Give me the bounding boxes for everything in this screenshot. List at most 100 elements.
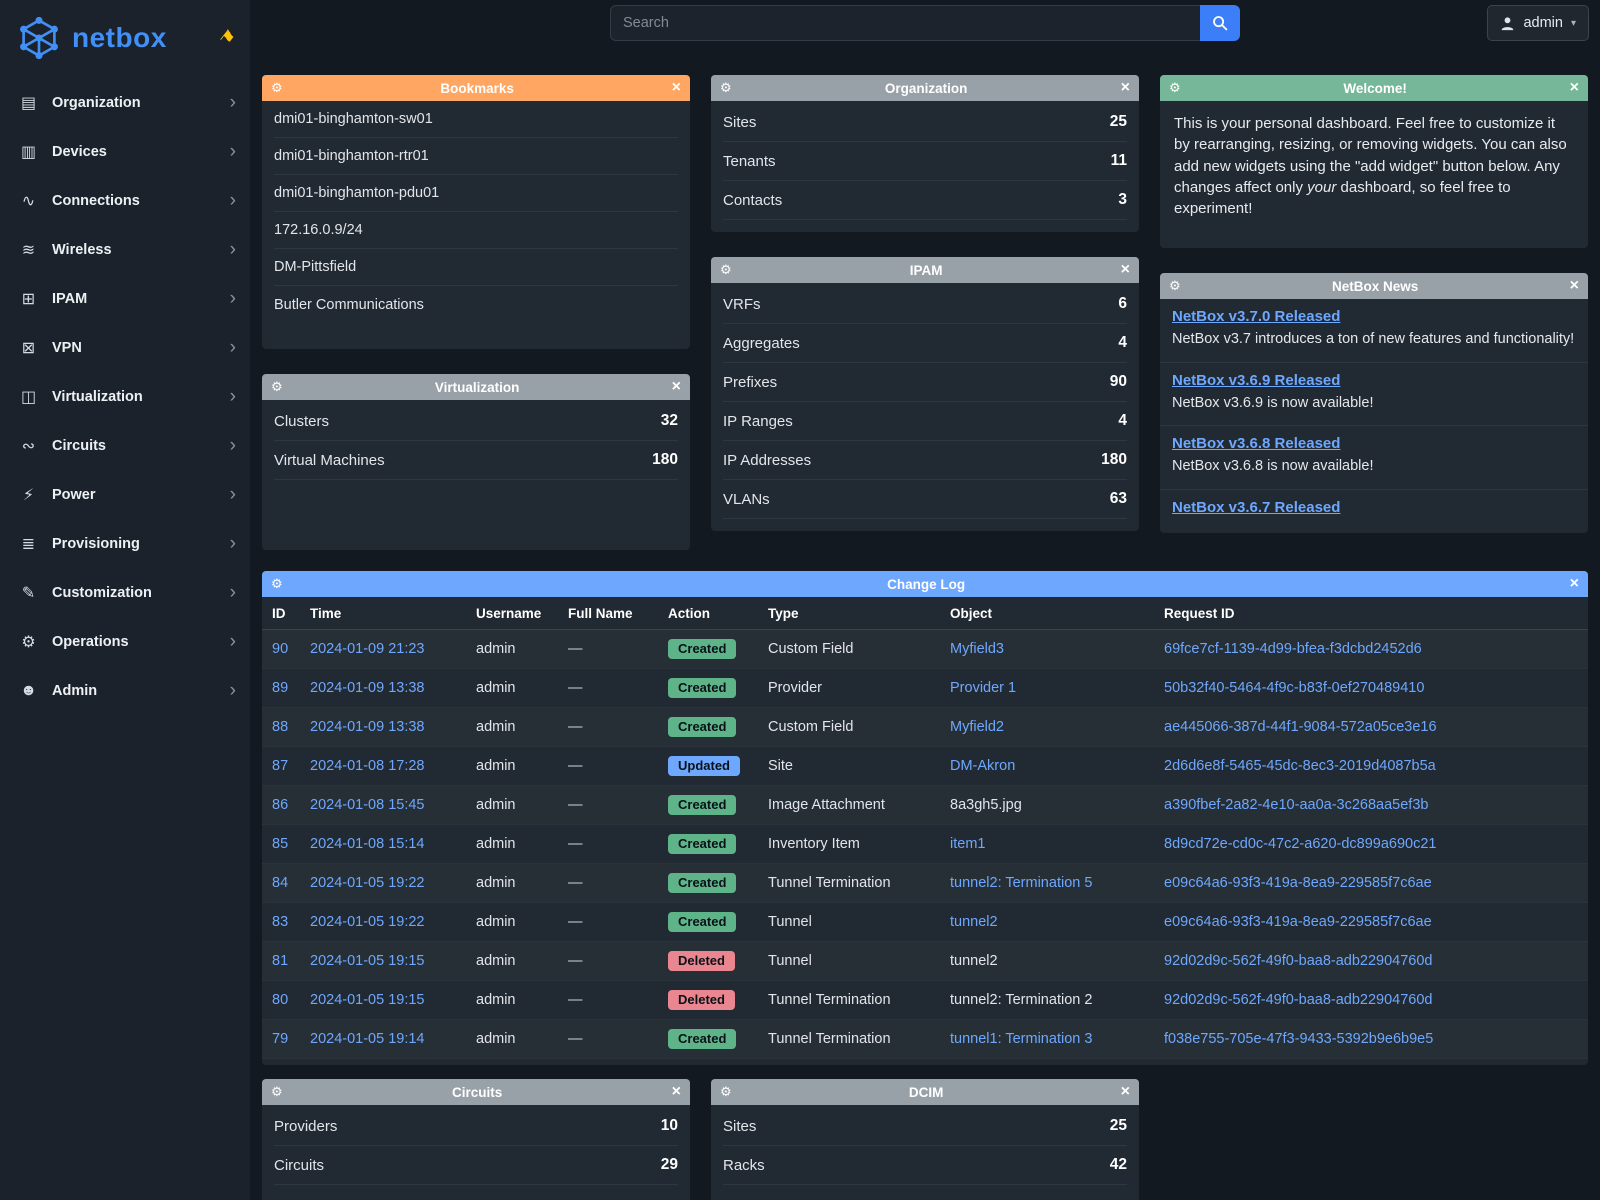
stat-count-link[interactable]: 25 bbox=[1110, 113, 1127, 131]
change-request-id-link[interactable]: 50b32f40-5464-4f9c-b83f-0ef270489410 bbox=[1164, 671, 1578, 705]
close-icon[interactable]: × bbox=[672, 379, 681, 395]
close-icon[interactable]: × bbox=[1121, 262, 1130, 278]
change-id-link[interactable]: 89 bbox=[272, 671, 310, 705]
sidebar-item[interactable]: Virtualization bbox=[0, 372, 250, 421]
change-request-id-link[interactable]: 2d6d6e8f-5465-45dc-8ec3-2019d4087b5a bbox=[1164, 749, 1578, 783]
change-id-link[interactable]: 88 bbox=[272, 710, 310, 744]
change-object-link[interactable]: tunnel1: Termination 3 bbox=[950, 1022, 1164, 1056]
close-icon[interactable]: × bbox=[672, 80, 681, 96]
gear-icon[interactable]: ⚙ bbox=[271, 80, 283, 96]
change-request-id-link[interactable]: 69fce7cf-1139-4d99-bfea-f3dcbd2452d6 bbox=[1164, 632, 1578, 666]
close-icon[interactable]: × bbox=[1121, 1084, 1130, 1100]
gear-icon[interactable]: ⚙ bbox=[271, 1084, 283, 1100]
stat-count-link[interactable]: 25 bbox=[1110, 1117, 1127, 1135]
bookmark-link[interactable]: DM-Pittsfield bbox=[274, 249, 678, 286]
gear-icon[interactable]: ⚙ bbox=[720, 262, 732, 278]
change-request-id-link[interactable]: e09c64a6-93f3-419a-8ea9-229585f7c6ae bbox=[1164, 905, 1578, 939]
close-icon[interactable]: × bbox=[1121, 80, 1130, 96]
user-menu-button[interactable]: admin ▾ bbox=[1487, 5, 1589, 41]
change-time-link[interactable]: 2024-01-05 19:15 bbox=[310, 983, 476, 1017]
sidebar-item[interactable]: VPN bbox=[0, 323, 250, 372]
change-time-link[interactable]: 2024-01-08 15:45 bbox=[310, 788, 476, 822]
change-request-id-link[interactable]: ae445066-387d-44f1-9084-572a05ce3e16 bbox=[1164, 710, 1578, 744]
change-time-link[interactable]: 2024-01-09 21:23 bbox=[310, 632, 476, 666]
sidebar-item[interactable]: Organization bbox=[0, 78, 250, 127]
sidebar-item[interactable]: Customization bbox=[0, 568, 250, 617]
bookmark-link[interactable]: 172.16.0.9/24 bbox=[274, 212, 678, 249]
stat-count-link[interactable]: 180 bbox=[652, 451, 678, 469]
change-time-link[interactable]: 2024-01-05 19:22 bbox=[310, 866, 476, 900]
close-icon[interactable]: × bbox=[1570, 278, 1579, 294]
news-link[interactable]: NetBox v3.6.9 Released bbox=[1172, 372, 1340, 389]
change-time-link[interactable]: 2024-01-05 19:15 bbox=[310, 944, 476, 978]
sidebar-item[interactable]: Wireless bbox=[0, 225, 250, 274]
gear-icon[interactable]: ⚙ bbox=[720, 1084, 732, 1100]
sidebar-item[interactable]: Power bbox=[0, 470, 250, 519]
change-time-link[interactable]: 2024-01-05 19:14 bbox=[310, 1022, 476, 1056]
sidebar-item[interactable]: IPAM bbox=[0, 274, 250, 323]
change-time-link[interactable]: 2024-01-08 15:14 bbox=[310, 827, 476, 861]
sidebar-item[interactable]: Devices bbox=[0, 127, 250, 176]
change-time-link[interactable]: 2024-01-09 13:38 bbox=[310, 710, 476, 744]
sidebar-item[interactable]: Connections bbox=[0, 176, 250, 225]
news-link[interactable]: NetBox v3.6.8 Released bbox=[1172, 435, 1340, 452]
change-id-link[interactable]: 80 bbox=[272, 983, 310, 1017]
change-request-id-link[interactable]: 8d9cd72e-cd0c-47c2-a620-dc899a690c21 bbox=[1164, 827, 1578, 861]
change-request-id-link[interactable]: 92d02d9c-562f-49f0-baa8-adb22904760d bbox=[1164, 983, 1578, 1017]
stat-count-link[interactable]: 10 bbox=[661, 1117, 678, 1135]
change-request-id-link[interactable]: 92d02d9c-562f-49f0-baa8-adb22904760d bbox=[1164, 944, 1578, 978]
change-id-link[interactable]: 85 bbox=[272, 827, 310, 861]
change-object-link[interactable]: tunnel2: Termination 5 bbox=[950, 866, 1164, 900]
change-id-link[interactable]: 81 bbox=[272, 944, 310, 978]
change-id-link[interactable]: 86 bbox=[272, 788, 310, 822]
sidebar-item[interactable]: Provisioning bbox=[0, 519, 250, 568]
close-icon[interactable]: × bbox=[1570, 80, 1579, 96]
stat-count-link[interactable]: 11 bbox=[1111, 152, 1127, 170]
sidebar-item[interactable]: Admin bbox=[0, 666, 250, 715]
close-icon[interactable]: × bbox=[672, 1084, 681, 1100]
change-request-id-link[interactable]: f038e755-705e-47f3-9433-5392b9e6b9e5 bbox=[1164, 1022, 1578, 1056]
stat-count-link[interactable]: 4 bbox=[1118, 412, 1127, 430]
gear-icon[interactable]: ⚙ bbox=[271, 576, 283, 592]
change-request-id-link[interactable]: a390fbef-2a82-4e10-aa0a-3c268aa5ef3b bbox=[1164, 788, 1578, 822]
close-icon[interactable]: × bbox=[1570, 576, 1579, 592]
change-request-id-link[interactable]: e09c64a6-93f3-419a-8ea9-229585f7c6ae bbox=[1164, 866, 1578, 900]
gear-icon[interactable]: ⚙ bbox=[271, 379, 283, 395]
change-object-link[interactable]: tunnel2: Termination 2 bbox=[950, 983, 1164, 1017]
change-id-link[interactable]: 87 bbox=[272, 749, 310, 783]
stat-count-link[interactable]: 3 bbox=[1118, 191, 1127, 209]
bookmark-link[interactable]: dmi01-binghamton-rtr01 bbox=[274, 138, 678, 175]
bookmark-link[interactable]: Butler Communications bbox=[274, 286, 678, 323]
change-object-link[interactable]: item1 bbox=[950, 827, 1164, 861]
change-object-link[interactable]: tunnel2 bbox=[950, 905, 1164, 939]
stat-count-link[interactable]: 90 bbox=[1110, 373, 1127, 391]
gear-icon[interactable]: ⚙ bbox=[720, 80, 732, 96]
stat-count-link[interactable]: 32 bbox=[661, 412, 678, 430]
gear-icon[interactable]: ⚙ bbox=[1169, 80, 1181, 96]
news-link[interactable]: NetBox v3.7.0 Released bbox=[1172, 308, 1340, 325]
stat-count-link[interactable]: 6 bbox=[1118, 295, 1127, 313]
stat-count-link[interactable]: 4 bbox=[1118, 334, 1127, 352]
change-object-link[interactable]: Provider 1 bbox=[950, 671, 1164, 705]
change-object-link[interactable]: DM-Akron bbox=[950, 749, 1164, 783]
bookmark-link[interactable]: dmi01-binghamton-sw01 bbox=[274, 101, 678, 138]
change-time-link[interactable]: 2024-01-09 13:38 bbox=[310, 671, 476, 705]
sidebar-item[interactable]: Circuits bbox=[0, 421, 250, 470]
stat-count-link[interactable]: 180 bbox=[1101, 451, 1127, 469]
change-id-link[interactable]: 79 bbox=[272, 1022, 310, 1056]
pin-sidebar-icon[interactable]: ⚑ bbox=[214, 25, 238, 50]
sidebar-item[interactable]: Operations bbox=[0, 617, 250, 666]
stat-count-link[interactable]: 42 bbox=[1110, 1156, 1127, 1174]
change-time-link[interactable]: 2024-01-08 17:28 bbox=[310, 749, 476, 783]
change-object-link[interactable]: tunnel2 bbox=[950, 944, 1164, 978]
change-object-link[interactable]: Myfield2 bbox=[950, 710, 1164, 744]
news-link[interactable]: NetBox v3.6.7 Released bbox=[1172, 499, 1340, 516]
search-button[interactable] bbox=[1200, 5, 1240, 41]
change-time-link[interactable]: 2024-01-05 19:22 bbox=[310, 905, 476, 939]
gear-icon[interactable]: ⚙ bbox=[1169, 278, 1181, 294]
change-id-link[interactable]: 90 bbox=[272, 632, 310, 666]
change-id-link[interactable]: 84 bbox=[272, 866, 310, 900]
change-id-link[interactable]: 83 bbox=[272, 905, 310, 939]
search-input[interactable] bbox=[610, 5, 1200, 41]
bookmark-link[interactable]: dmi01-binghamton-pdu01 bbox=[274, 175, 678, 212]
